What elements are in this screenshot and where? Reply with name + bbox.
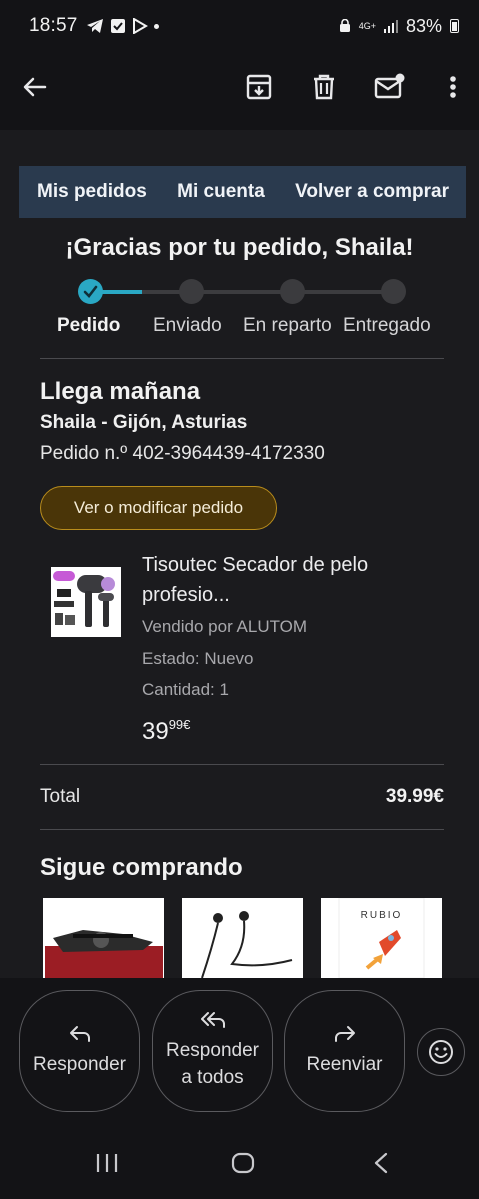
home-icon[interactable]	[230, 1152, 256, 1174]
forward-icon	[334, 1025, 355, 1042]
email-body: Mis pedidos Mi cuenta Volver a comprar ¡…	[0, 130, 479, 978]
delivery-address: Shaila - Gijón, Asturias	[40, 412, 248, 433]
lock-icon	[339, 19, 350, 32]
battery-percent: 83%	[405, 15, 442, 36]
reply-all-button[interactable]: Responder a todos	[152, 990, 273, 1112]
total-label: Total	[40, 786, 81, 807]
tracker-step-delivered	[381, 279, 406, 304]
product-quantity: Cantidad: 1	[142, 680, 229, 699]
product-seller: Vendido por ALUTOM	[142, 617, 308, 636]
smiley-icon	[429, 1040, 453, 1064]
hair-dryer-image	[51, 567, 121, 637]
step-label-out-for-delivery: En reparto	[243, 315, 332, 336]
check-icon	[83, 285, 98, 298]
step-label-ordered: Pedido	[57, 315, 121, 336]
thanks-heading: ¡Gracias por tu pedido, Shaila!	[65, 234, 414, 261]
more-vert-icon[interactable]	[437, 71, 469, 103]
recommended-item-earphones[interactable]	[182, 898, 303, 978]
price-fraction: 99€	[168, 717, 191, 732]
reply-icon	[69, 1025, 90, 1042]
mark-unread-icon[interactable]	[373, 71, 405, 103]
forward-button[interactable]: Reenviar	[284, 990, 405, 1112]
tracker-step-ordered	[78, 279, 103, 304]
forward-label: Reenviar	[306, 1053, 383, 1075]
reply-all-label-2: a todos	[181, 1067, 244, 1088]
delete-icon[interactable]	[308, 71, 340, 103]
nav-link-my-account[interactable]: Mi cuenta	[177, 181, 265, 203]
nav-link-buy-again[interactable]: Volver a comprar	[295, 181, 449, 203]
step-label-delivered: Entregado	[343, 315, 431, 336]
mail-check-icon	[110, 19, 125, 33]
recent-apps-icon[interactable]	[95, 1152, 119, 1174]
product-image[interactable]	[51, 567, 121, 637]
tracker-step-out-for-delivery	[280, 279, 305, 304]
system-navigation-bar	[0, 1128, 479, 1199]
divider	[40, 764, 444, 765]
email-app-bar	[0, 52, 479, 130]
back-nav-icon[interactable]	[372, 1152, 390, 1174]
telegram-icon	[86, 19, 103, 33]
rocket-icon	[338, 898, 425, 978]
product-price: 3999€	[142, 717, 190, 746]
camping-stove-image	[43, 898, 164, 978]
status-bar: 18:57 4G+ 83%	[0, 0, 479, 52]
reply-button[interactable]: Responder	[19, 990, 140, 1112]
reply-all-icon	[200, 1012, 225, 1028]
notification-icons	[86, 18, 159, 34]
emoji-reaction-button[interactable]	[417, 1028, 465, 1076]
archive-icon[interactable]	[243, 71, 275, 103]
status-time: 18:57	[29, 15, 78, 36]
play-store-icon	[132, 18, 148, 34]
earphones-image	[182, 898, 303, 978]
tracker-step-shipped	[179, 279, 204, 304]
view-edit-order-button[interactable]: Ver o modificar pedido	[40, 486, 277, 530]
signal-icon	[383, 20, 398, 33]
product-condition: Estado: Nuevo	[142, 649, 254, 668]
recommended-item-notebook[interactable]: RUBIO	[321, 898, 442, 978]
product-title[interactable]: Tisoutec Secador de pelo profesio...	[142, 550, 442, 610]
reply-label: Responder	[33, 1053, 126, 1075]
back-arrow-icon[interactable]	[20, 72, 50, 102]
keep-shopping-heading: Sigue comprando	[40, 854, 243, 881]
reply-all-label-1: Responder	[166, 1040, 259, 1061]
price-whole: 39	[142, 718, 169, 745]
more-notifications-dot	[153, 23, 159, 29]
order-number: Pedido n.º 402-3964439-4172330	[40, 443, 325, 464]
network-type: 4G+	[358, 20, 376, 31]
amazon-nav-bar: Mis pedidos Mi cuenta Volver a comprar	[19, 166, 466, 218]
shipment-tracker	[78, 279, 408, 305]
nav-link-my-orders[interactable]: Mis pedidos	[37, 181, 147, 203]
recommended-item-stove[interactable]	[43, 898, 164, 978]
total-value: 39.99€	[385, 786, 444, 807]
email-actions-bar: Responder Responder a todos Reenviar	[0, 978, 479, 1128]
arrival-title: Llega mañana	[40, 378, 201, 405]
step-label-shipped: Enviado	[153, 315, 222, 336]
divider	[40, 829, 444, 830]
battery-icon	[450, 19, 459, 33]
divider	[40, 358, 444, 359]
